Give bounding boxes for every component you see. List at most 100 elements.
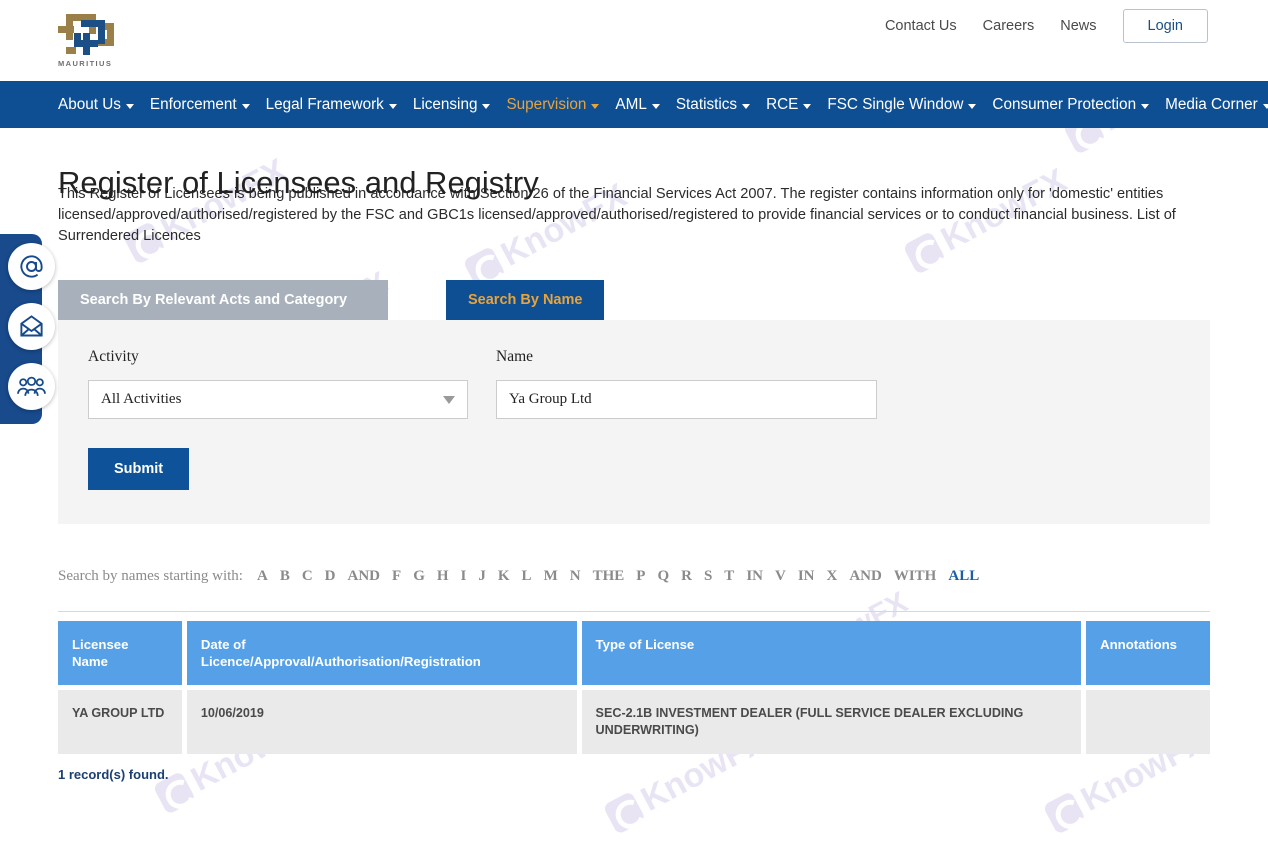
at-icon-button[interactable] [8,243,55,290]
tab-search-by-acts[interactable]: Search By Relevant Acts and Category [58,280,388,320]
logo-caption: MAURITIUS [58,59,120,68]
alphabet-link-v-21[interactable]: V [775,568,786,585]
at-icon [18,253,45,280]
nav-item-consumer-protection[interactable]: Consumer Protection [992,96,1149,114]
cell-licensee-name: YA GROUP LTD [58,690,182,754]
nav-item-about-us[interactable]: About Us [58,96,134,114]
nav-item-fsc-single-window[interactable]: FSC Single Window [827,96,976,114]
alphabet-link-s-18[interactable]: S [704,568,712,585]
alphabet-link-g-6[interactable]: G [413,568,425,585]
alphabet-link-in-22[interactable]: IN [798,568,815,585]
nav-item-label: RCE [766,96,798,114]
chevron-down-icon [803,104,811,109]
alphabet-link-l-11[interactable]: L [522,568,532,585]
nav-item-label: Enforcement [150,96,237,114]
column-header-annotations: Annotations [1086,621,1210,685]
alphabet-link-m-12[interactable]: M [544,568,558,585]
nav-item-label: About Us [58,96,121,114]
nav-item-statistics[interactable]: Statistics [676,96,750,114]
alphabet-link-a-0[interactable]: A [257,568,268,585]
nav-item-rce[interactable]: RCE [766,96,811,114]
column-header-type-of-license: Type of License [582,621,1082,685]
alphabet-link-c-2[interactable]: C [302,568,313,585]
chevron-down-icon [968,104,976,109]
nav-item-label: FSC Single Window [827,96,963,114]
page-content: Register of Licensees and Registry This … [0,184,1268,782]
results-table: LicenseeName Date ofLicence/Approval/Aut… [58,611,1210,754]
alphabet-filter: Search by names starting with: ABCDANDFG… [58,568,1210,585]
table-header-row: LicenseeName Date ofLicence/Approval/Aut… [58,621,1210,685]
nav-item-licensing[interactable]: Licensing [413,96,491,114]
login-button[interactable]: Login [1123,9,1208,43]
tab-spacer [388,280,446,320]
chevron-down-icon [1141,104,1149,109]
fsc-logo[interactable]: MAURITIUS [58,6,120,68]
chevron-down-icon [482,104,490,109]
nav-item-label: Statistics [676,96,737,114]
name-field-group: Name [496,348,904,419]
nav-item-legal-framework[interactable]: Legal Framework [266,96,397,114]
search-panel: Activity All Activities Name Submit [58,320,1210,524]
envelope-icon [18,313,45,340]
alphabet-link-x-23[interactable]: X [827,568,838,585]
alphabet-link-i-8[interactable]: I [461,568,467,585]
tab-search-by-name[interactable]: Search By Name [446,280,604,320]
cell-annotations [1086,690,1210,754]
floating-contact-bar [0,234,42,424]
activity-select-value: All Activities [101,391,181,408]
table-row[interactable]: YA GROUP LTD 10/06/2019 SEC-2.1B INVESTM… [58,690,1210,754]
alphabet-link-d-3[interactable]: D [325,568,336,585]
top-links: Contact Us Careers News Login [885,9,1208,43]
nav-item-supervision[interactable]: Supervision [506,96,599,114]
alphabet-link-t-19[interactable]: T [724,568,734,585]
nav-item-label: Licensing [413,96,478,114]
nav-item-enforcement[interactable]: Enforcement [150,96,250,114]
people-group-icon [17,372,46,401]
activity-label: Activity [88,348,496,366]
logo-mark-icon [58,6,120,56]
chevron-down-icon [443,396,455,404]
main-navigation: About Us Enforcement Legal Framework Licens… [0,81,1268,128]
alphabet-link-h-7[interactable]: H [437,568,449,585]
nav-item-label: AML [615,96,646,114]
nav-item-label: Supervision [506,96,586,114]
column-header-date: Date ofLicence/Approval/Authorisation/Re… [187,621,577,685]
alphabet-link-p-15[interactable]: P [636,568,645,585]
cell-date: 10/06/2019 [187,690,577,754]
page-title: Register of Licensees and Registry [58,165,539,201]
nav-item-media-corner[interactable]: Media Corner [1165,96,1268,114]
submit-button[interactable]: Submit [88,448,189,490]
alphabet-link-n-13[interactable]: N [570,568,581,585]
top-link-careers[interactable]: Careers [983,18,1035,34]
nav-item-label: Legal Framework [266,96,384,114]
top-link-contact-us[interactable]: Contact Us [885,18,957,34]
chevron-down-icon [126,104,134,109]
envelope-icon-button[interactable] [8,303,55,350]
chevron-down-icon [652,104,660,109]
search-tabs: Search By Relevant Acts and Category Sea… [58,280,1210,320]
alphabet-link-r-17[interactable]: R [681,568,692,585]
alphabet-link-q-16[interactable]: Q [657,568,669,585]
chevron-down-icon [1263,104,1268,109]
alphabet-link-all[interactable]: ALL [948,568,979,585]
alphabet-link-j-9[interactable]: J [478,568,486,585]
alphabet-link-and-24[interactable]: AND [849,568,882,585]
alphabet-link-b-1[interactable]: B [280,568,290,585]
alphabet-link-with-25[interactable]: WITH [894,568,937,585]
name-input[interactable] [496,380,877,419]
alphabet-link-in-20[interactable]: IN [746,568,763,585]
nav-item-label: Consumer Protection [992,96,1136,114]
alphabet-link-k-10[interactable]: K [498,568,510,585]
alphabet-link-f-5[interactable]: F [392,568,401,585]
records-found-text: 1 record(s) found. [58,767,1210,782]
form-row: Activity All Activities Name [88,348,1180,419]
chevron-down-icon [742,104,750,109]
activity-field-group: Activity All Activities [88,348,496,419]
people-group-icon-button[interactable] [8,363,55,410]
activity-select[interactable]: All Activities [88,380,468,419]
alphabet-link-and-4[interactable]: AND [348,568,381,585]
nav-item-aml[interactable]: AML [615,96,659,114]
cell-type-of-license: SEC-2.1B INVESTMENT DEALER (FULL SERVICE… [582,690,1082,754]
top-link-news[interactable]: News [1060,18,1096,34]
alphabet-link-the-14[interactable]: THE [593,568,625,585]
